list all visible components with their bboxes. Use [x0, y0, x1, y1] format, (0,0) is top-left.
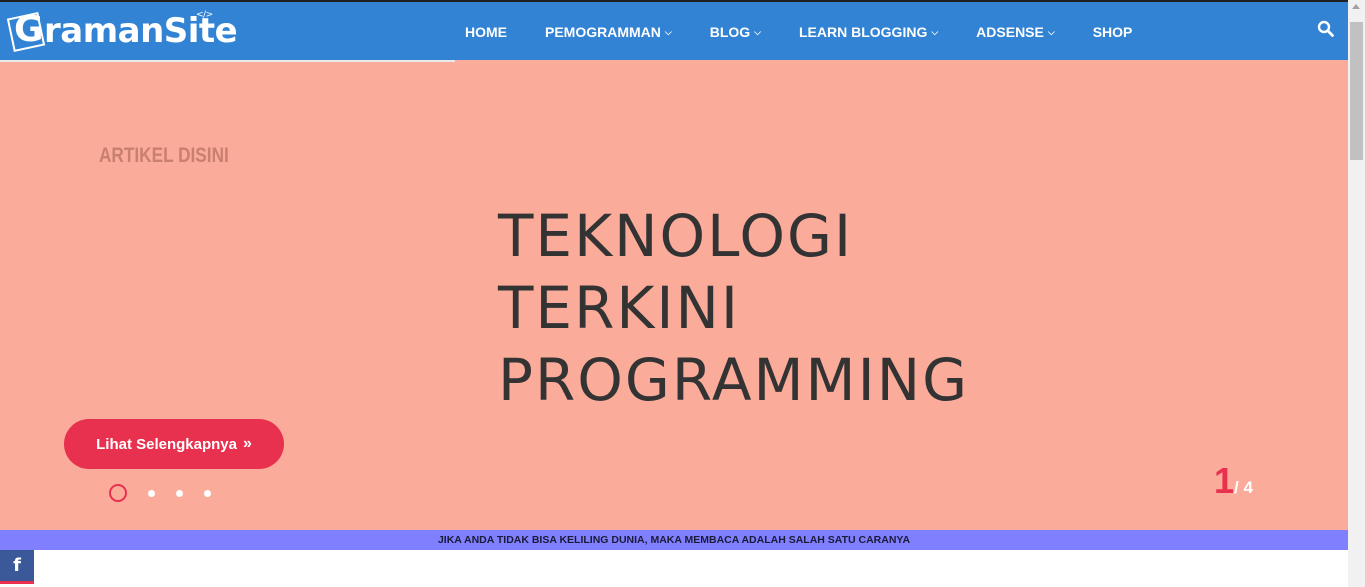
scrollbar-thumb[interactable]	[1350, 22, 1363, 160]
headline-line: TERKINI	[498, 274, 741, 342]
slide-counter: 1/ 4	[1214, 460, 1253, 502]
logo-code-mark: </>	[196, 10, 213, 20]
divider	[0, 60, 455, 62]
nav-item-label: HOME	[465, 24, 507, 40]
double-chevron-right-icon: »	[242, 435, 252, 452]
nav-item-adsense[interactable]: ADSENSE ⌵	[976, 24, 1055, 40]
hero-kicker: ARTIKEL DISINI	[99, 144, 229, 167]
slide-current: 1	[1214, 460, 1235, 501]
nav-item-blog[interactable]: BLOG ⌵	[710, 24, 761, 40]
ticker-text: JIKA ANDA TIDAK BISA KELILING DUNIA, MAK…	[437, 534, 911, 546]
slider-dot[interactable]	[148, 489, 155, 497]
hero-headline: TEKNOLOGI TERKINI PROGRAMMING	[498, 200, 969, 416]
slider-dot-active[interactable]	[109, 484, 127, 502]
nav-item-label: ADSENSE	[976, 24, 1044, 40]
logo-initial: G	[14, 9, 44, 50]
top-navigation-bar: G ramanSite </> HOME PEMOGRAMMAN ⌵ BLOG ⌵ …	[0, 0, 1348, 60]
slider-dot[interactable]	[176, 489, 183, 497]
nav-item-label: PEMOGRAMMAN	[545, 24, 661, 40]
read-more-button[interactable]: Lihat Selengkapnya »	[64, 419, 284, 469]
quote-ticker: JIKA ANDA TIDAK BISA KELILING DUNIA, MAK…	[0, 530, 1348, 550]
chevron-down-icon: ⌵	[931, 26, 939, 37]
headline-line: PROGRAMMING	[498, 346, 970, 414]
scroll-up-arrow-icon[interactable]	[1352, 4, 1360, 9]
nav-item-learn-blogging[interactable]: LEARN BLOGGING ⌵	[799, 24, 938, 40]
hero-slider: ARTIKEL DISINI TEKNOLOGI TERKINI PROGRAM…	[0, 60, 1348, 530]
slide-total: / 4	[1234, 478, 1253, 497]
chevron-down-icon: ⌵	[754, 26, 761, 37]
chevron-down-icon: ⌵	[1047, 26, 1055, 37]
nav-item-shop[interactable]: SHOP	[1093, 24, 1133, 40]
site-logo[interactable]: G ramanSite </>	[6, 8, 238, 54]
read-more-label: Lihat Selengkapnya	[96, 435, 237, 453]
page-scrollbar[interactable]	[1348, 0, 1365, 587]
nav-item-home[interactable]: HOME	[465, 24, 507, 40]
facebook-icon: f	[13, 555, 21, 576]
chevron-down-icon: ⌵	[664, 26, 672, 37]
logo-mark: G	[6, 9, 46, 52]
nav-item-label: BLOG	[709, 24, 751, 40]
slider-dot[interactable]	[204, 489, 211, 497]
nav-item-label: LEARN BLOGGING	[799, 24, 928, 40]
slider-pagination	[109, 484, 232, 502]
main-menu: HOME PEMOGRAMMAN ⌵ BLOG ⌵ LEARN BLOGGING ⌵ …	[465, 2, 1170, 62]
facebook-share-button[interactable]: f	[0, 550, 34, 584]
search-icon[interactable]	[1317, 20, 1335, 38]
headline-line: TEKNOLOGI	[498, 202, 854, 270]
nav-item-label: SHOP	[1092, 24, 1133, 40]
nav-item-pemogramman[interactable]: PEMOGRAMMAN ⌵	[545, 24, 672, 40]
